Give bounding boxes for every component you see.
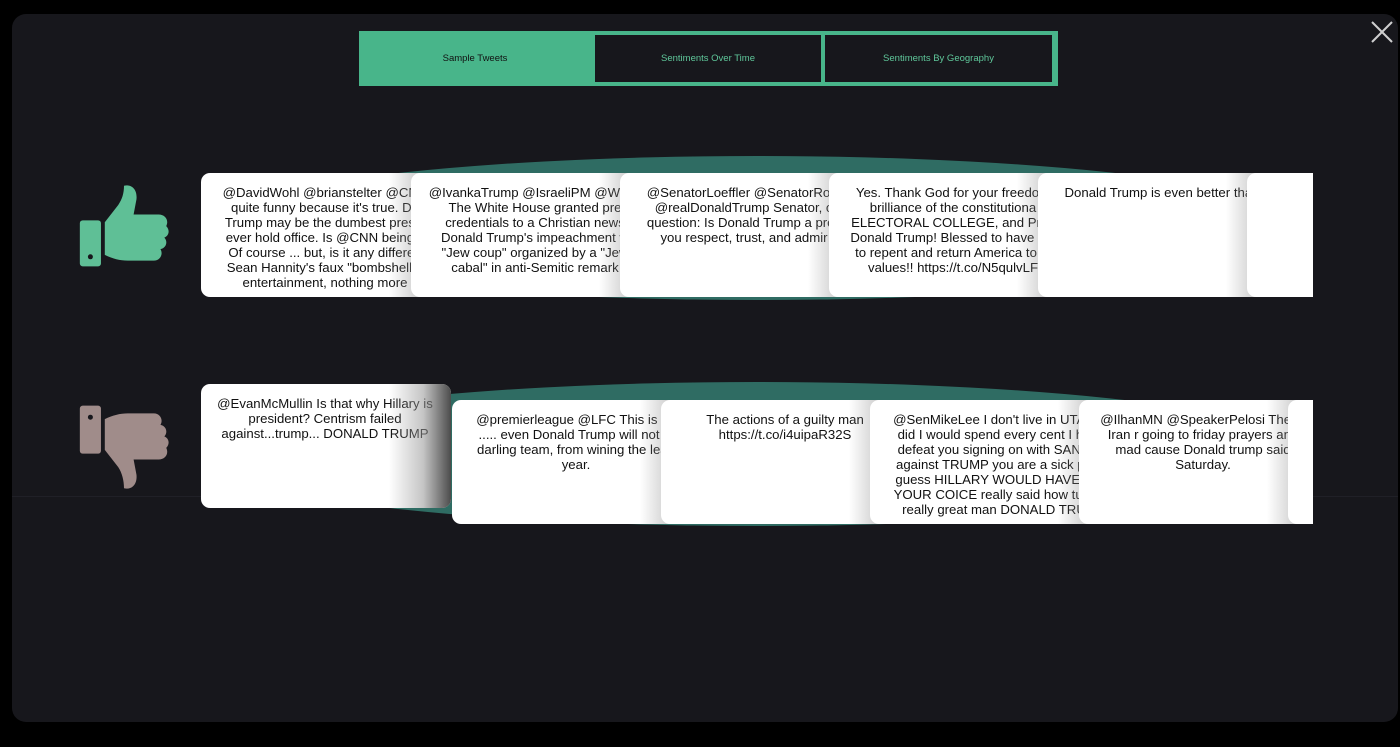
- tweet-text-line: cabal" in anti-Semitic remark: [451, 260, 619, 275]
- tweet-text-line: quite funny because it's true. Do: [231, 200, 419, 215]
- thumbs-up-icon: [79, 185, 169, 267]
- sentiment-modal: [12, 14, 1398, 722]
- tweet-text-line: Yes. Thank God for your freedom: [855, 185, 1051, 200]
- tweet-card[interactable]: ANSUCCES: [1247, 173, 1313, 297]
- tweet-text-line: did I would spend every cent I ha: [897, 427, 1091, 442]
- tweet-text-line: Sean Hannity's faux "bombshells": [226, 260, 424, 275]
- tweet-text-line: values!! https://t.co/N5qulvLF: [867, 260, 1039, 275]
- positive-tweets-carousel[interactable]: @DavidWohl @brianstelter @CNN quite funny…: [201, 156, 1313, 300]
- tweet-text-line: ever hold office. Is @CNN being c: [225, 230, 425, 245]
- thumbs-down-icon: [79, 405, 169, 489]
- tweet-text-line: SUCCES: [1287, 200, 1313, 215]
- tweet-text-line: @DavidWohl @brianstelter @CNN: [222, 185, 428, 200]
- tweet-text-line: @realDonaldTrump Senator, o: [654, 200, 834, 215]
- tweet-text-line: against TRUMP you are a sick pu: [896, 457, 1092, 472]
- tweet-text-line: against...trump... DONALD TRUMP: [221, 426, 429, 441]
- tweet-text-line: The White House granted pre: [448, 200, 622, 215]
- tweet-text-line: @IlhanMN @SpeakerPelosi The cr: [1100, 412, 1306, 427]
- tweet-text-line: Donald Trump! Blessed to have a c: [850, 230, 1056, 245]
- tweet-text-line: entertainment, nothing more: [242, 275, 408, 290]
- tab-sentiments-by-geography[interactable]: Sentiments By Geography: [825, 35, 1052, 82]
- tweet-text-line: question: Is Donald Trump a pres: [646, 215, 842, 230]
- tab-sample-tweets[interactable]: Sample Tweets: [359, 35, 591, 82]
- negative-tweets-carousel[interactable]: @EvanMcMullin Is that why Hillary is pres…: [201, 382, 1313, 526]
- tweet-text-line: @SenMikeLee I don't live in UTAH: [893, 412, 1095, 427]
- tweet-text-line: Iran r going to friday prayers and: [1107, 427, 1299, 442]
- tweet-text-line: Donald Trump is even better than: [1064, 185, 1260, 200]
- tweet-text-line: @SenatorLoeffler @SenatorRom: [646, 185, 842, 200]
- tweet-text-line: president? Centrism failed: [248, 411, 402, 426]
- tweet-text-line: guess HILLARY WOULD HAVE B: [895, 472, 1093, 487]
- tweet-text-line: mad cause Donald trump said: [1115, 442, 1291, 457]
- tweet-card[interactable]: 'EcKing: [1288, 400, 1313, 524]
- tweet-text-line: @EvanMcMullin Is that why Hillary is: [217, 396, 433, 411]
- tab-bar: Sample Tweets Sentiments Over Time Senti…: [359, 31, 1058, 86]
- tab-sentiments-over-time[interactable]: Sentiments Over Time: [595, 35, 821, 82]
- tweet-text-line: @IvankaTrump @IsraeliPM @White: [428, 185, 642, 200]
- tweet-text-line: ..... even Donald Trump will not st: [478, 427, 674, 442]
- tweet-text-line: year.: [561, 457, 591, 472]
- tweet-text-line: "Jew coup" organized by a "Jew: [441, 245, 629, 260]
- tweet-text-line: brilliance of the constitutiona: [869, 200, 1037, 215]
- tweet-text-line: darling team, from wining the leag: [477, 442, 675, 457]
- tweet-card[interactable]: @EvanMcMullin Is that why Hillary is pres…: [201, 384, 451, 508]
- tweet-text-line: you respect, trust, and admir: [660, 230, 828, 245]
- tweet-text-line: YOUR COICE really said how turn: [893, 487, 1095, 502]
- tweet-text-line: ELECTORAL COLLEGE, and Pres: [851, 215, 1055, 230]
- close-icon: [1371, 21, 1393, 43]
- tweet-text-line: AN: [1287, 185, 1313, 200]
- tweet-text-line: Donald Trump's impeachment w: [441, 230, 629, 245]
- tweet-text-line: The actions of a guilty man: [706, 412, 864, 427]
- tweet-text-line: @premierleague @LFC This is ou: [476, 412, 676, 427]
- tweet-card[interactable]: @IlhanMN @SpeakerPelosi The cr Iran r goi…: [1079, 400, 1313, 524]
- tweet-text-line: https://t.co/i4uipaR32S: [718, 427, 852, 442]
- tweet-text-line: defeat you signing on with SAND: [897, 442, 1091, 457]
- tweet-text-line: really great man DONALD TRU: [902, 502, 1086, 517]
- tweet-text-line: Saturday.: [1175, 457, 1231, 472]
- tweet-text-line: to repent and return America to G: [855, 245, 1051, 260]
- tweet-text-line: Trump may be the dumbest presid: [224, 215, 426, 230]
- close-button[interactable]: [1370, 20, 1394, 44]
- tweet-text-line: credentials to a Christian news: [445, 215, 625, 230]
- tweet-text-line: Of course ... but, is it any differen: [228, 245, 422, 260]
